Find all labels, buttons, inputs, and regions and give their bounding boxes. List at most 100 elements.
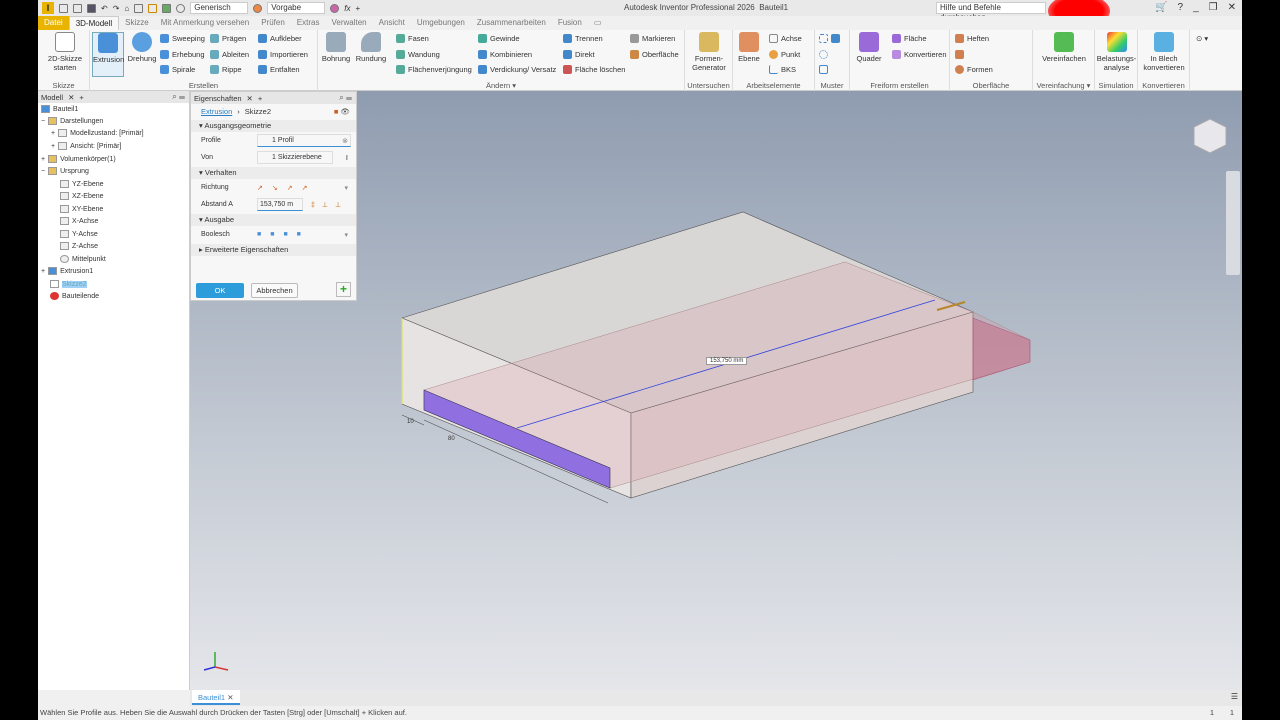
tree-item-ansicht[interactable]: + Ansicht: [Primär] <box>51 142 121 150</box>
search-menu-icons[interactable]: ⌕ ☰ <box>172 92 185 102</box>
cart-icon[interactable]: 🛒 <box>1155 2 1167 13</box>
draft-button[interactable]: Flächenverjüngung <box>396 65 472 74</box>
shape-generator-button[interactable]: Formen-Generator <box>689 32 729 72</box>
section-ausgangsgeometrie[interactable]: ▾ Ausgangsgeometrie <box>191 120 356 132</box>
tab-skizze[interactable]: Skizze <box>119 16 155 30</box>
ribbon-options-icon[interactable]: ⊙ ▾ <box>1196 34 1208 43</box>
select-icon[interactable] <box>148 3 158 13</box>
save-icon[interactable] <box>87 3 96 13</box>
appearance-icon[interactable] <box>330 3 340 13</box>
sweep-button[interactable]: Sweeping <box>160 34 205 43</box>
convert-button[interactable]: Konvertieren <box>892 50 947 59</box>
breadcrumb-extrusion[interactable]: Extrusion <box>201 107 232 116</box>
axis-button[interactable]: Achse <box>769 34 802 43</box>
tab-verwalten[interactable]: Verwalten <box>325 16 372 30</box>
dropdown-icon[interactable]: ▾ <box>344 184 348 192</box>
extent-buttons[interactable]: ‡⊥⊥ <box>311 201 348 209</box>
preset-eye-icons[interactable]: ■ 👁 <box>334 107 350 116</box>
close-tab-icon[interactable]: ✕ <box>68 93 74 102</box>
navigation-bar[interactable] <box>1226 171 1240 275</box>
color-icon[interactable] <box>253 3 263 13</box>
cancel-button[interactable]: Abbrechen <box>251 283 298 298</box>
tree-item-xz-ebene[interactable]: XZ-Ebene <box>60 192 104 200</box>
section-ausgabe[interactable]: ▾ Ausgabe <box>191 214 356 226</box>
tree-item-xy-ebene[interactable]: XY-Ebene <box>60 205 103 213</box>
tree-item-yz-ebene[interactable]: YZ-Ebene <box>60 180 104 188</box>
close-button[interactable]: ✕ <box>1228 2 1236 13</box>
dimension-value-label[interactable]: 153,750 mm <box>706 357 748 365</box>
tab-eigenschaften[interactable]: Eigenschaften <box>194 94 242 103</box>
unwrap-button[interactable]: Entfalten <box>258 65 300 74</box>
appearance-select[interactable]: Vorgabe <box>267 2 326 14</box>
tab-datei[interactable]: Datei <box>38 16 69 30</box>
surface-texture-button[interactable]: Oberfläche <box>630 50 679 59</box>
tab-umgebungen[interactable]: Umgebungen <box>411 16 471 30</box>
stitch-button[interactable]: Heften <box>955 34 989 43</box>
patch-button[interactable] <box>955 50 964 59</box>
shell-button[interactable]: Wandung <box>396 50 440 59</box>
tab-fusion[interactable]: Fusion <box>552 16 588 30</box>
derive-button[interactable]: Ableiten <box>210 50 249 59</box>
viewcube[interactable] <box>1193 118 1227 154</box>
dropdown-icon[interactable]: ▾ <box>344 231 348 239</box>
coil-button[interactable]: Spirale <box>160 65 195 74</box>
tab-3d-modell[interactable]: 3D-Modell <box>68 15 120 31</box>
tab-ansicht[interactable]: Ansicht <box>373 16 411 30</box>
tree-item-darstellungen[interactable]: − Darstellungen <box>41 117 103 125</box>
function-icon[interactable]: fx <box>344 4 350 13</box>
combine-button[interactable]: Kombinieren <box>478 50 532 59</box>
delete-face-button[interactable]: Fläche löschen <box>563 65 625 74</box>
from-field[interactable]: 1 Skizzierebene <box>257 151 333 164</box>
box-button[interactable]: Quader <box>854 32 884 63</box>
home-icon[interactable]: ⌂ <box>124 4 129 13</box>
sculpt-button[interactable]: Formen <box>955 65 993 74</box>
minimize-button[interactable]: _ <box>1193 2 1199 13</box>
tree-item-extrusion1[interactable]: + Extrusion1 <box>41 267 93 275</box>
restore-button[interactable]: ❐ <box>1209 2 1218 13</box>
clear-icon[interactable]: ⊗ <box>342 137 348 145</box>
emboss-button[interactable]: Prägen <box>210 34 246 43</box>
panel-toggle-icon[interactable]: ▭ <box>588 16 608 30</box>
tree-item-skizze2[interactable]: Skizze2 <box>50 280 87 288</box>
direct-button[interactable]: Direkt <box>563 50 595 59</box>
section-erweiterte-eigenschaften[interactable]: ▸ Erweiterte Eigenschaften <box>191 244 356 256</box>
project-icon[interactable] <box>134 3 144 13</box>
tab-menu-icon[interactable]: ☰ <box>1231 692 1238 701</box>
loft-button[interactable]: Erhebung <box>160 50 205 59</box>
tree-item-mittelpunkt[interactable]: Mittelpunkt <box>60 255 106 263</box>
add-tab-icon[interactable]: + <box>258 94 262 103</box>
tree-item-z-achse[interactable]: Z-Achse <box>60 242 98 250</box>
undo-icon[interactable]: ↶ <box>101 4 108 13</box>
tree-item-volumenkoerper[interactable]: + Volumenkörper(1) <box>41 155 116 163</box>
circular-pattern-button[interactable] <box>819 50 828 59</box>
point-button[interactable]: Punkt <box>769 50 800 59</box>
search-menu-icons[interactable]: ⌕ ☰ <box>339 93 352 103</box>
tree-item-modellzustand[interactable]: + Modellzustand: [Primär] <box>51 129 144 137</box>
tree-item-bauteil1[interactable]: Bauteil1 <box>41 105 78 113</box>
close-tab-icon[interactable]: ✕ <box>247 94 253 103</box>
close-icon[interactable]: ✕ <box>227 693 233 702</box>
inventor-logo-icon[interactable]: I <box>42 2 54 14</box>
rib-button[interactable]: Rippe <box>210 65 242 74</box>
mark-button[interactable]: Markieren <box>630 34 675 43</box>
distance-input[interactable]: 153,750 m <box>257 198 303 211</box>
tab-pruefen[interactable]: Prüfen <box>255 16 291 30</box>
boolean-buttons[interactable]: ■■■■ <box>257 231 310 238</box>
chamfer-button[interactable]: Fasen <box>396 34 429 43</box>
tab-anmerkung[interactable]: Mit Anmerkung versehen <box>155 16 256 30</box>
face-button[interactable]: Fläche <box>892 34 927 43</box>
sketch-pattern-button[interactable] <box>819 65 828 74</box>
import-button[interactable]: Importieren <box>258 50 308 59</box>
flip-icon[interactable]: Ⅰ <box>346 154 348 162</box>
material-select[interactable]: Generisch <box>190 2 249 14</box>
split-button[interactable]: Trennen <box>563 34 603 43</box>
group-label[interactable]: Vereinfachung ▾ <box>1033 81 1094 90</box>
open-icon[interactable] <box>73 3 82 13</box>
ok-button[interactable]: OK <box>196 283 244 298</box>
tab-modell[interactable]: Modell <box>41 93 63 102</box>
apply-add-button[interactable]: + <box>336 282 351 297</box>
help-search-input[interactable]: Hilfe und Befehle durchsuchen... <box>936 2 1046 22</box>
mirror-icon[interactable] <box>831 34 840 43</box>
simplify-button[interactable]: Vereinfachen <box>1037 32 1091 63</box>
fillet-button[interactable]: Rundung <box>354 32 388 63</box>
